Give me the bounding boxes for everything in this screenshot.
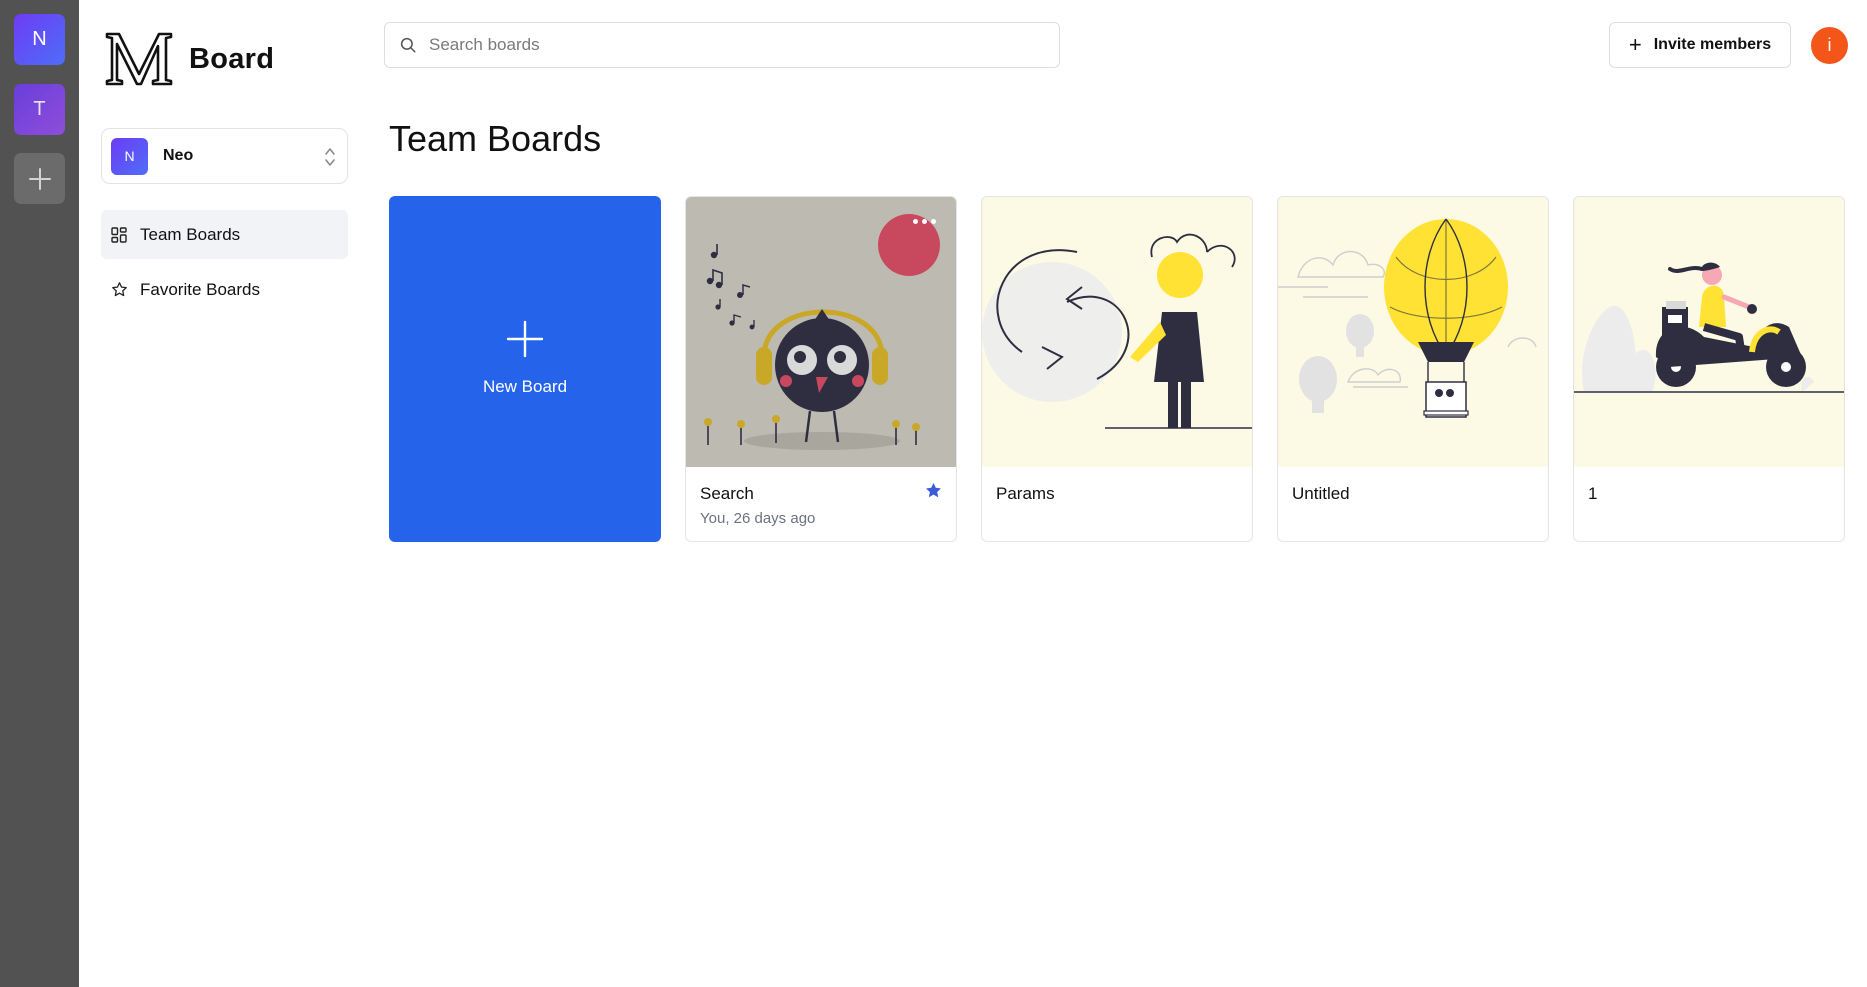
org-initial: N [32,28,47,50]
star-outline-icon [111,281,129,299]
search-icon [400,37,416,53]
board-card[interactable]: 1 [1573,196,1845,542]
app-logo[interactable]: Board [103,30,274,88]
org-avatar-initial: N [124,148,135,164]
bird-headphones-illustration [686,197,956,467]
m-logo-icon [105,32,173,86]
org-switch-n[interactable]: N [14,14,65,65]
sidebar-item-label: Favorite Boards [140,279,260,299]
chevron-up-down-icon [325,148,335,166]
board-title: Params [996,484,1055,503]
search-bar[interactable] [384,22,1060,68]
board-card[interactable]: Search You, 26 days ago [685,196,957,542]
add-org-button[interactable] [14,153,65,204]
new-board-label: New Board [482,377,568,396]
board-title: Search [700,484,754,503]
woman-arrows-illustration [982,197,1252,467]
invite-members-label: Invite members [1653,36,1772,53]
invite-members-button[interactable]: + Invite members [1609,22,1791,68]
scooter-delivery-illustration [1574,197,1844,467]
org-switch-t[interactable]: T [14,84,65,135]
org-initial: T [33,98,46,120]
org-rail: N T [0,0,79,987]
user-initial: i [1827,35,1832,55]
hot-air-balloon-illustration [1278,197,1548,467]
user-avatar[interactable]: i [1811,27,1848,64]
board-title: 1 [1588,484,1598,503]
plus-icon [506,320,544,358]
board-title: Untitled [1292,484,1350,503]
more-options-icon[interactable] [913,219,936,224]
page-title: Team Boards [389,118,602,159]
new-board-button[interactable]: New Board [389,196,661,542]
plus-icon: + [1628,32,1642,57]
org-avatar: N [111,137,148,175]
sidebar-item-favorite-boards[interactable]: Favorite Boards [101,265,348,314]
plus-icon [28,167,51,190]
sidebar-item-team-boards[interactable]: Team Boards [101,210,348,259]
star-filled-icon[interactable] [924,481,943,500]
board-card[interactable]: Untitled [1277,196,1549,542]
dashboard-grid-icon [111,226,129,244]
org-selector[interactable]: N Neo [101,128,348,184]
org-name: Neo [163,147,194,164]
search-input[interactable] [429,35,1029,55]
board-subtitle: You, 26 days ago [700,510,816,527]
sidebar-item-label: Team Boards [140,224,241,244]
logo-text: Board [189,42,275,75]
board-card[interactable]: Params [981,196,1253,542]
